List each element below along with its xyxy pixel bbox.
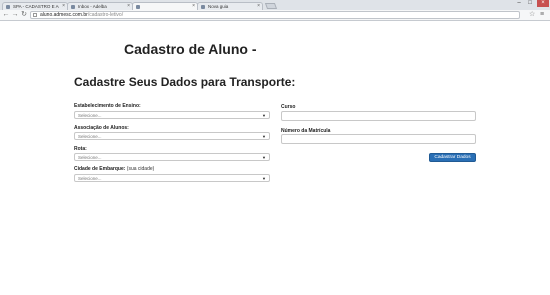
page-title: Cadastro de Aluno - — [124, 41, 257, 57]
select-estabelecimento[interactable]: Selecione... ▼ — [74, 111, 270, 119]
browser-tab[interactable]: SPA - CADASTRO E ACE × — [2, 2, 68, 10]
star-icon[interactable]: ☆ — [529, 11, 535, 19]
chevron-down-icon: ▼ — [262, 134, 266, 139]
url-text: aluno.admesc.com.br/cadastro-letivo/ — [40, 12, 124, 18]
address-bar[interactable]: aluno.admesc.com.br/cadastro-letivo/ — [30, 11, 520, 19]
tab-favicon-icon — [136, 5, 140, 9]
select-rota[interactable]: Selecione... ▼ — [74, 153, 270, 161]
hamburger-menu-icon[interactable]: ≡ — [540, 11, 544, 19]
select-value: Selecione... — [78, 134, 102, 139]
field-label-estabelecimento: Estabelecimento de Ensino: — [74, 103, 141, 109]
minimize-icon[interactable]: – — [514, 0, 524, 7]
chevron-down-icon: ▼ — [262, 176, 266, 181]
reload-icon[interactable]: ↻ — [20, 11, 28, 19]
select-cidade-embarque[interactable]: Selecione... ▼ — [74, 174, 270, 182]
select-value: Selecione... — [78, 176, 102, 181]
select-value: Selecione... — [78, 155, 102, 160]
tab-label: Inbox - Adelba — [78, 4, 107, 9]
browser-tab[interactable]: Inbox - Adelba × — [67, 2, 133, 10]
field-label-rota: Rota: — [74, 146, 87, 152]
select-associacao[interactable]: Selecione... ▼ — [74, 132, 270, 140]
window-close-icon[interactable]: × — [537, 0, 549, 7]
tab-close-icon[interactable]: × — [257, 3, 260, 10]
tab-close-icon[interactable]: × — [127, 3, 130, 10]
tab-close-icon[interactable]: × — [192, 3, 195, 10]
tab-close-icon[interactable]: × — [62, 3, 65, 10]
new-tab-button[interactable] — [264, 3, 278, 9]
cadastrar-dados-button[interactable]: Cadastrar Dados — [429, 153, 476, 162]
browser-toolbar: ← → ↻ aluno.admesc.com.br/cadastro-letiv… — [0, 10, 550, 21]
page-subtitle: Cadastre Seus Dados para Transporte: — [74, 75, 296, 89]
tab-favicon-icon — [6, 5, 10, 9]
browser-tab[interactable]: Nova guia × — [197, 2, 263, 10]
tab-label: SPA - CADASTRO E ACE — [13, 4, 59, 9]
chevron-down-icon: ▼ — [262, 155, 266, 160]
browser-tab-bar: SPA - CADASTRO E ACE × Inbox - Adelba × … — [0, 0, 550, 11]
tab-favicon-icon — [201, 5, 205, 9]
chevron-down-icon: ▼ — [262, 113, 266, 118]
page-icon — [33, 13, 37, 17]
tab-label: Nova guia — [208, 4, 229, 9]
input-numero-matricula[interactable] — [281, 134, 476, 144]
back-arrow-icon[interactable]: ← — [2, 11, 10, 19]
forward-arrow-icon[interactable]: → — [11, 11, 19, 19]
tab-favicon-icon — [71, 5, 75, 9]
input-curso[interactable] — [281, 111, 476, 121]
select-value: Selecione... — [78, 113, 102, 118]
field-label-associacao: Associação de Alunos: — [74, 125, 129, 131]
maximize-icon[interactable]: □ — [525, 0, 535, 7]
field-label-curso: Curso — [281, 104, 296, 110]
field-hint: (sua cidade) — [126, 166, 155, 172]
field-label-cidade: Cidade de Embarque: (sua cidade) — [74, 166, 155, 172]
